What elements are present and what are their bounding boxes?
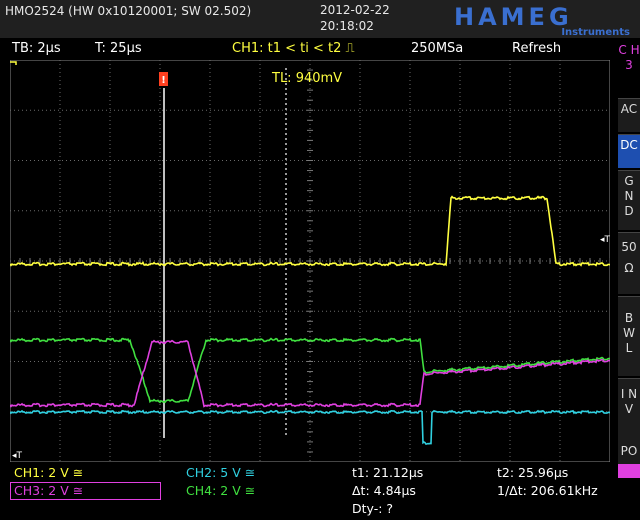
softkey-50-label: 50	[621, 240, 637, 254]
softkey-ac[interactable]: AC	[618, 98, 640, 132]
trigger-settings-readout[interactable]: CH1: t1 < ti < t2 ⎍	[232, 41, 355, 56]
trigger-marker-left: ◂T	[12, 451, 23, 461]
timebase-readout[interactable]: TB: 2µs	[12, 41, 61, 56]
trigger-level-label: TL: 940mV	[271, 71, 342, 86]
inverse-delta-t-readout: 1/Δt: 206.61kHz	[497, 483, 598, 498]
device-info: HMO2524 (HW 0x10120001; SW 02.502)	[5, 4, 252, 18]
softkey-gnd[interactable]: G N D	[618, 170, 640, 230]
channel-info-panel: CH1: 2 V ≅ CH2: 5 V ≅ CH3: 2 V ≅ CH4: 2 …	[0, 462, 618, 520]
ch2-trace	[10, 409, 610, 445]
title-bar: HMO2524 (HW 0x10120001; SW 02.502) 2012-…	[0, 0, 640, 38]
trigger-level-marker-right: ◂T	[600, 235, 610, 245]
ch1-scale[interactable]: CH1: 2 V ≅	[14, 465, 83, 480]
softkey-bwl[interactable]: B W L	[618, 296, 640, 376]
brand-sub: Instruments	[561, 27, 630, 37]
scope-display[interactable]: TL: 940mV ! 1 4 2 ◂T ◂T	[10, 60, 610, 462]
softkey-po[interactable]: PO	[618, 440, 640, 464]
sample-rate-readout: 250MSa	[411, 41, 464, 56]
status-bar: TB: 2µs T: 25µs CH1: t1 < ti < t2 ⎍ 250M…	[0, 40, 618, 60]
duty-readout: Dty-: ?	[352, 501, 394, 516]
cursor-t2-readout: t2: 25.96µs	[497, 465, 569, 480]
softkey-dc[interactable]: DC	[618, 134, 640, 168]
hameg-logo: HAMEG Instruments	[454, 3, 630, 37]
ch2-scale[interactable]: CH2: 5 V ≅	[186, 465, 255, 480]
softkey-inv[interactable]: I N V	[618, 378, 640, 440]
acquisition-mode-readout[interactable]: Refresh	[512, 41, 561, 56]
ohm-icon: Ω	[624, 261, 634, 275]
softkey-channel-title: C H 3	[618, 40, 640, 96]
brand-name: HAMEG	[454, 3, 573, 31]
delta-t-readout: Δt: 4.84µs	[352, 483, 416, 498]
time-readout: 20:18:02	[320, 19, 374, 33]
softkey-panel: C H 3 AC DC G N D 50 Ω B W L I N V CH	[618, 40, 640, 480]
trigger-position-readout[interactable]: T: 25µs	[95, 41, 142, 56]
date-readout: 2012-02-22	[320, 3, 390, 17]
graticule-ticks	[10, 60, 610, 453]
trigger-position-marker	[10, 61, 17, 65]
ch3-scale-selected[interactable]: CH3: 2 V ≅	[10, 482, 161, 500]
cursor-t1-readout: t1: 21.12µs	[352, 465, 424, 480]
cursor-flag-label: !	[161, 75, 166, 86]
softkey-50-ohm[interactable]: 50 Ω	[618, 232, 640, 294]
ch4-scale[interactable]: CH4: 2 V ≅	[186, 483, 255, 498]
